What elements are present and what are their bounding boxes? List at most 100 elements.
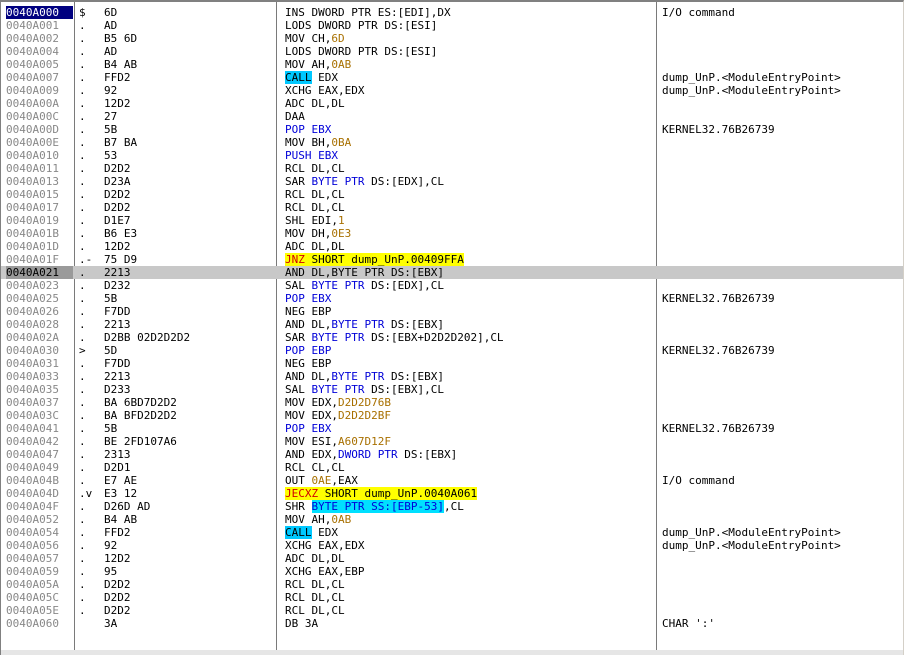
asm-token: BYTE PTR <box>311 175 365 188</box>
instruction-row[interactable]: 0040A05E. D2D2 RCL DL,CL <box>1 604 903 617</box>
flow-marker: . <box>79 435 86 448</box>
disassembly-cell: NEG EBP <box>285 357 650 370</box>
asm-token: XCHG EAX,EBP <box>285 565 365 578</box>
instruction-row[interactable]: 0040A030 >5D POP EBP KERNEL32.76B26739 <box>1 344 903 357</box>
instruction-row[interactable]: 0040A021. 2213 AND DL,BYTE PTR DS:[EBX] <box>1 266 903 279</box>
instruction-row[interactable]: 0040A059. 95 XCHG EAX,EBP <box>1 565 903 578</box>
asm-token: MOV AH, <box>285 58 332 71</box>
address-cell: 0040A04F <box>6 500 73 513</box>
comment-cell: dump_UnP.<ModuleEntryPoint> <box>662 539 841 552</box>
disassembly-cell: POP EBX <box>285 292 650 305</box>
instruction-row[interactable]: 0040A01B. B6 E3 MOV DH,0E3 <box>1 227 903 240</box>
hex-dump-cell: D2D1 <box>104 461 131 474</box>
asm-token: RCL DL,CL <box>285 604 345 617</box>
disassembly-cell: ADC DL,DL <box>285 552 650 565</box>
asm-token: MOV EDX, <box>285 409 338 422</box>
instruction-row[interactable]: 0040A04D .v E3 12 JECXZ SHORT dump_UnP.0040… <box>1 487 903 500</box>
instruction-row[interactable]: 0040A037. BA 6BD7D2D2 MOV EDX,D2D2D76B <box>1 396 903 409</box>
horizontal-scrollbar[interactable] <box>1 650 903 655</box>
address-cell: 0040A00A <box>6 97 73 110</box>
instruction-row[interactable]: 0040A047. 2313 AND EDX,DWORD PTR DS:[EBX] <box>1 448 903 461</box>
hex-dump-cell: 75 D9 <box>104 253 138 266</box>
asm-token: RCL DL,CL <box>285 201 345 214</box>
instruction-row[interactable]: 0040A00D. 5B POP EBX KERNEL32.76B26739 <box>1 123 903 136</box>
address-text: 0040A023 <box>6 279 59 292</box>
instruction-row[interactable]: 0040A026. F7DD NEG EBP <box>1 305 903 318</box>
instruction-row[interactable]: 0040A00C. 27 DAA <box>1 110 903 123</box>
instruction-row[interactable]: 0040A015. D2D2 RCL DL,CL <box>1 188 903 201</box>
instruction-row[interactable]: 0040A011. D2D2 RCL DL,CL <box>1 162 903 175</box>
instruction-row[interactable]: 0040A060 3A DB 3A CHAR ':' <box>1 617 903 630</box>
instruction-row[interactable]: 0040A05C. D2D2 RCL DL,CL <box>1 591 903 604</box>
asm-token: LODS DWORD PTR DS:[ESI] <box>285 45 438 58</box>
asm-token: 6D <box>331 32 345 45</box>
instruction-row[interactable]: 0040A010. 53 PUSH EBX <box>1 149 903 162</box>
instruction-row[interactable]: 0040A041. 5B POP EBX KERNEL32.76B26739 <box>1 422 903 435</box>
instruction-row[interactable]: 0040A02A. D2BB 02D2D2D2 SAR BYTE PTR DS:[E… <box>1 331 903 344</box>
address-text: 0040A00C <box>6 110 59 123</box>
instruction-row[interactable]: 0040A028. 2213 AND DL,BYTE PTR DS:[EBX] <box>1 318 903 331</box>
disassembly-cell: SAR BYTE PTR DS:[EDX],CL <box>285 175 650 188</box>
instruction-row[interactable]: 0040A002. B5 6D MOV CH,6D <box>1 32 903 45</box>
disassembly-cell: MOV CH,6D <box>285 32 650 45</box>
hex-dump-cell: 53 <box>104 149 118 162</box>
instruction-row[interactable]: 0040A052. B4 AB MOV AH,0AB <box>1 513 903 526</box>
instruction-row[interactable]: 0040A019. D1E7 SHL EDI,1 <box>1 214 903 227</box>
address-text: 0040A054 <box>6 526 59 539</box>
instruction-row[interactable]: 0040A01D. 12D2 ADC DL,DL <box>1 240 903 253</box>
disassembly-cell: SAR BYTE PTR DS:[EBX+D2D2D202],CL <box>285 331 650 344</box>
asm-token: MOV AH, <box>285 513 332 526</box>
instruction-row[interactable]: 0040A057. 12D2 ADC DL,DL <box>1 552 903 565</box>
instruction-row[interactable]: 0040A009. 92 XCHG EAX,EDX dump_UnP.<ModuleE… <box>1 84 903 97</box>
instruction-row[interactable]: 0040A025. 5B POP EBX KERNEL32.76B26739 <box>1 292 903 305</box>
instruction-row[interactable]: 0040A001. AD LODS DWORD PTR DS:[ESI] <box>1 19 903 32</box>
asm-token: BYTE PTR <box>311 383 365 396</box>
disassembly-cell: JNZ SHORT dump_UnP.00409FFA <box>285 253 650 266</box>
address-text: 0040A059 <box>6 565 59 578</box>
instruction-row[interactable]: 0040A042. BE 2FD107A6 MOV ESI,A607D12F <box>1 435 903 448</box>
flow-marker: . <box>79 292 86 305</box>
hex-dump-cell: D2D2 <box>104 578 131 591</box>
instruction-row[interactable]: 0040A031. F7DD NEG EBP <box>1 357 903 370</box>
instruction-row[interactable]: 0040A01F .- 75 D9 JNZ SHORT dump_UnP.00409F… <box>1 253 903 266</box>
instruction-row[interactable]: 0040A017. D2D2 RCL DL,CL <box>1 201 903 214</box>
address-cell: 0040A017 <box>6 201 73 214</box>
instruction-row[interactable]: 0040A004. AD LODS DWORD PTR DS:[ESI] <box>1 45 903 58</box>
disassembly-cell: SAL BYTE PTR DS:[EDX],CL <box>285 279 650 292</box>
instruction-row[interactable]: 0040A000 $6D INS DWORD PTR ES:[EDI],DX I/O … <box>1 6 903 19</box>
address-text: 0040A05C <box>6 591 59 604</box>
asm-token: 0AE <box>311 474 332 487</box>
instruction-row[interactable]: 0040A013. D23A SAR BYTE PTR DS:[EDX],CL <box>1 175 903 188</box>
asm-token: A607D12F <box>337 435 391 448</box>
address-cell: 0040A052 <box>6 513 73 526</box>
address-text: 0040A011 <box>6 162 59 175</box>
instruction-row[interactable]: 0040A023. D232 SAL BYTE PTR DS:[EDX],CL <box>1 279 903 292</box>
instruction-row[interactable]: 0040A005. B4 AB MOV AH,0AB <box>1 58 903 71</box>
instruction-row[interactable]: 0040A00E. B7 BA MOV BH,0BA <box>1 136 903 149</box>
instruction-row[interactable]: 0040A03C. BA BFD2D2D2 MOV EDX,D2D2D2BF <box>1 409 903 422</box>
instruction-row[interactable]: 0040A056. 92 XCHG EAX,EDX dump_UnP.<ModuleE… <box>1 539 903 552</box>
address-cell: 0040A005 <box>6 58 73 71</box>
flow-marker: . <box>79 318 86 331</box>
instruction-row[interactable]: 0040A00A. 12D2 ADC DL,DL <box>1 97 903 110</box>
hex-dump-cell: D233 <box>104 383 131 396</box>
instruction-row[interactable]: 0040A035. D233 SAL BYTE PTR DS:[EBX],CL <box>1 383 903 396</box>
disassembly-pane[interactable]: 0040A000 $6D INS DWORD PTR ES:[EDI],DX I/O … <box>0 0 904 655</box>
asm-token: SAL <box>285 383 312 396</box>
asm-token: LODS DWORD PTR DS:[ESI] <box>285 19 438 32</box>
address-text: 0040A04B <box>6 474 59 487</box>
asm-token: CALL <box>285 71 312 84</box>
asm-token: POP EBX <box>285 123 332 136</box>
flow-marker: . <box>79 45 86 58</box>
instruction-row[interactable]: 0040A007. FFD2 CALL EDX dump_UnP.<ModuleEnt… <box>1 71 903 84</box>
instruction-row[interactable]: 0040A033. 2213 AND DL,BYTE PTR DS:[EBX] <box>1 370 903 383</box>
instruction-row[interactable]: 0040A04F. D26D AD SHR BYTE PTR SS:[EBP-53]… <box>1 500 903 513</box>
address-cell: 0040A021 <box>6 266 73 279</box>
asm-token: XCHG EAX,EDX <box>285 84 365 97</box>
instruction-row[interactable]: 0040A05A. D2D2 RCL DL,CL <box>1 578 903 591</box>
instruction-row[interactable]: 0040A04B. E7 AE OUT 0AE,EAX I/O command <box>1 474 903 487</box>
hex-dump-cell: E3 12 <box>104 487 138 500</box>
flow-marker: . <box>79 409 86 422</box>
instruction-row[interactable]: 0040A049. D2D1 RCL CL,CL <box>1 461 903 474</box>
instruction-row[interactable]: 0040A054. FFD2 CALL EDX dump_UnP.<ModuleEnt… <box>1 526 903 539</box>
